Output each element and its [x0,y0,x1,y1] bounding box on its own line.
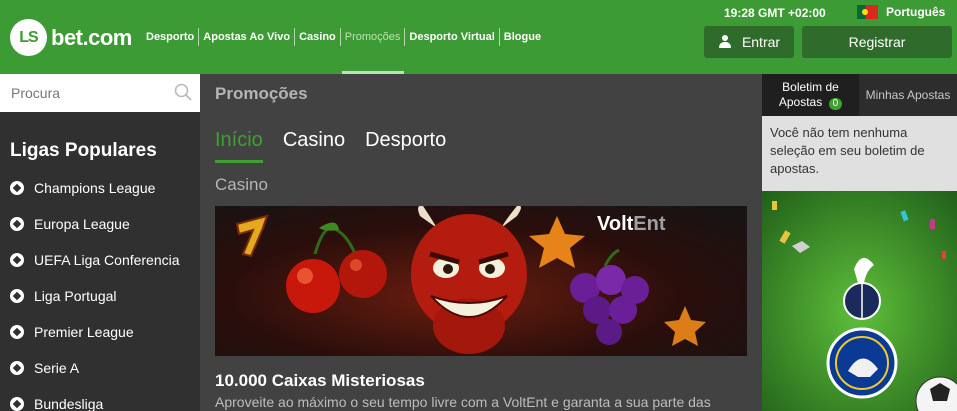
language-label: Português [886,5,946,19]
nav-item-promocoes[interactable]: Promoções [339,28,405,46]
logo-text: bet.com [51,24,132,50]
language-selector[interactable]: Português [857,5,945,19]
betslip-tab-label-line2-wrap: Apostas 0 [762,95,859,110]
league-item[interactable]: Premier League [10,324,134,340]
football-icon [10,289,24,303]
promo-side-banner[interactable] [762,191,957,411]
tab-inicio[interactable]: Início [215,129,263,163]
search-input[interactable] [0,74,160,112]
league-label: Bundesliga [34,396,104,411]
nav-item-casino[interactable]: Casino [294,28,340,46]
league-label: Liga Portugal [34,288,117,304]
page: LS bet.com Desporto Apostas Ao Vivo Casi… [0,0,957,411]
login-button[interactable]: Entrar [704,26,794,58]
league-item[interactable]: Serie A [10,360,79,376]
site-logo[interactable]: LS bet.com [10,19,132,56]
nav-item-desporto-virtual[interactable]: Desporto Virtual [404,28,498,46]
football-icon [10,217,24,231]
football-icon [10,325,24,339]
betslip-count-badge: 0 [828,98,843,110]
login-label: Entrar [741,34,781,50]
football-club-banner-artwork [762,191,957,411]
league-item[interactable]: Liga Portugal [10,288,117,304]
tab-betslip[interactable]: Boletim de Apostas 0 [762,74,859,116]
left-sidebar: Ligas Populares Champions League Europa … [0,74,200,411]
page-title: Promoções [215,84,308,103]
search-icon[interactable] [174,83,192,101]
league-item[interactable]: UEFA Liga Conferencia [10,252,180,268]
clock: 19:28 GMT +02:00 [724,6,826,20]
section-heading: Casino [215,175,268,194]
tab-desporto[interactable]: Desporto [365,129,446,163]
search-box [0,74,200,112]
tab-my-bets[interactable]: Minhas Apostas [859,74,957,116]
league-item[interactable]: Bundesliga [10,396,103,411]
main-content: Promoções Início Casino Desporto Casino [200,74,762,411]
league-item[interactable]: Champions League [10,180,155,196]
league-label: Premier League [34,324,134,340]
logo-badge: LS [10,19,47,56]
league-label: UEFA Liga Conferencia [34,252,180,268]
register-label: Registrar [848,34,906,50]
league-label: Serie A [34,360,80,376]
nav-item-blogue[interactable]: Blogue [498,28,545,46]
nav-item-apostas-ao-vivo[interactable]: Apostas Ao Vivo [198,28,294,46]
league-label: Champions League [34,180,156,196]
promo-description: Aproveite ao máximo o seu tempo livre co… [215,394,711,410]
football-icon [10,181,24,195]
nav-item-desporto[interactable]: Desporto [142,28,198,46]
football-icon [10,361,24,375]
tab-casino[interactable]: Casino [283,129,345,163]
league-item[interactable]: Europa League [10,216,130,232]
betslip-tab-label-line1: Boletim de [782,80,839,94]
football-icon [10,253,24,267]
promo-tabs: Início Casino Desporto [215,129,466,163]
portugal-flag-icon [857,5,878,19]
popular-leagues-title: Ligas Populares [10,140,157,161]
provider-logo-part-b: Ent [633,213,666,235]
banner-artwork [235,206,706,354]
betslip-tab-label-line2: Apostas [778,95,823,109]
provider-logo: VoltEnt [597,213,666,236]
provider-logo-part-a: Volt [597,213,634,235]
main-nav: Desporto Apostas Ao Vivo Casino Promoçõe… [142,28,545,46]
football-icon [10,397,24,411]
betslip-panel: Boletim de Apostas 0 Minhas Apostas Você… [762,74,957,411]
register-button[interactable]: Registrar [802,26,952,58]
top-header: LS bet.com Desporto Apostas Ao Vivo Casi… [0,0,957,74]
league-label: Europa League [34,216,130,232]
user-icon [718,35,732,49]
promo-title[interactable]: 10.000 Caixas Misteriosas [215,371,425,391]
promo-banner[interactable]: VoltEnt [215,206,747,356]
betslip-empty-message: Você não tem nenhuma seleção em seu bole… [762,116,957,191]
